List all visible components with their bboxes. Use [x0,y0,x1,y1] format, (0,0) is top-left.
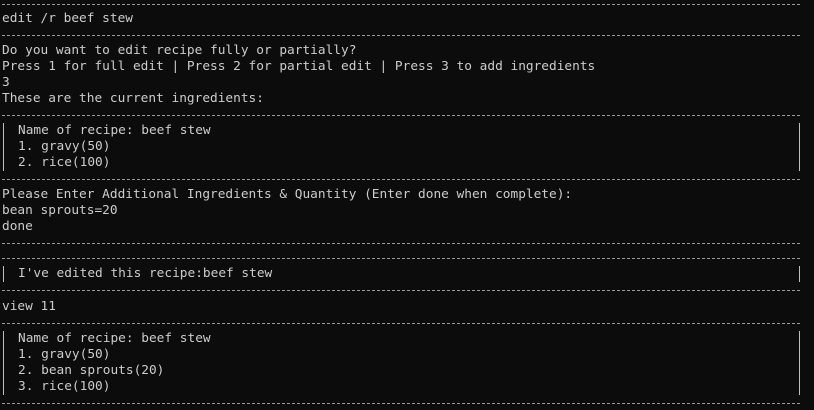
divider [2,258,800,259]
edit-mode-prompt: Do you want to edit recipe fully or part… [2,43,357,58]
recipe-name: Name of recipe: beef stew [18,123,211,138]
ingredient-item: 2. bean sprouts(20) [18,363,165,378]
ingredient-item: 1. gravy(50) [18,347,111,362]
ingredient-item: 1. gravy(50) [18,139,111,154]
box-right-border [799,331,800,395]
divider [2,403,800,404]
box-right-border [799,266,800,282]
box-left-border [3,266,4,282]
ingredient-item: 3. rice(100) [18,379,111,394]
user-input-line: 3 [2,75,10,90]
divider [2,290,800,291]
user-input-line: done [2,219,33,234]
current-ingredients-heading: These are the current ingredients: [2,91,264,106]
divider [2,179,800,180]
divider [2,243,800,244]
command-line: view 11 [2,299,56,314]
divider [2,115,800,116]
divider [2,35,800,36]
divider [2,4,800,5]
box-left-border [3,123,4,171]
user-input-line: bean sprouts=20 [2,203,118,218]
command-line: edit /r beef stew [2,11,133,26]
terminal-window[interactable]: edit /r beef stew Do you want to edit re… [0,0,814,410]
ingredient-item: 2. rice(100) [18,155,111,170]
box-right-border [799,123,800,171]
additional-ingredients-prompt: Please Enter Additional Ingredients & Qu… [2,187,573,202]
edit-mode-options: Press 1 for full edit | Press 2 for part… [2,59,596,74]
divider [2,323,800,324]
recipe-name: Name of recipe: beef stew [18,331,211,346]
box-left-border [3,331,4,395]
confirmation-message: I've edited this recipe:beef stew [18,266,273,281]
